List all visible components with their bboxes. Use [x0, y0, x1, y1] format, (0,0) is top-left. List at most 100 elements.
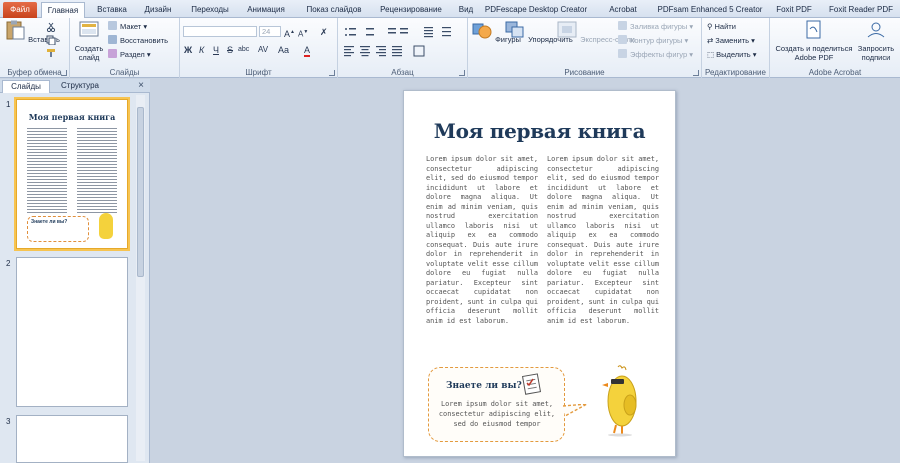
change-case-icon[interactable]: Aa	[278, 45, 289, 55]
layout-button[interactable]: Макет ▾	[108, 21, 147, 33]
tab-0[interactable]: Файл	[3, 2, 37, 18]
thumb-chick-image	[99, 213, 113, 239]
arrange-button[interactable]: Упорядочить	[504, 20, 573, 44]
new-slide-label-1: Создать	[74, 44, 104, 53]
tab-slides[interactable]: Слайды	[2, 80, 50, 93]
tab-outline[interactable]: Структура	[52, 80, 108, 93]
tab-9[interactable]: PDFescape Desktop Creator	[481, 2, 591, 18]
format-painter-icon[interactable]	[46, 48, 56, 58]
char-spacing-icon[interactable]: AV	[258, 45, 268, 55]
tab-8[interactable]: Вид	[456, 2, 476, 18]
tab-5[interactable]: Анимация	[244, 2, 288, 18]
shape-outline-button[interactable]: Контур фигуры ▾	[618, 35, 688, 47]
slide-number: 2	[6, 259, 11, 268]
tab-1[interactable]: Главная	[41, 2, 85, 19]
arrange-icon	[505, 21, 524, 38]
shapes-button[interactable]: Фигуры	[471, 20, 521, 44]
replace-button[interactable]: ⇄ Заменить ▾	[707, 35, 755, 47]
reset-button[interactable]: Восстановить	[108, 35, 168, 47]
strikethrough-button[interactable]: S	[227, 45, 233, 55]
chick-illustration	[602, 365, 637, 437]
slide-thumbnail-2[interactable]	[16, 257, 128, 407]
callout-title: Знаете ли вы?	[446, 381, 522, 391]
request-signature-button[interactable]: Запросить подписи	[856, 20, 896, 62]
slide-thumbnail-1[interactable]: Моя первая книга Знаете ли вы?	[14, 97, 130, 251]
new-slide-button[interactable]: Создать слайд	[74, 20, 104, 62]
select-button[interactable]: ⬚ Выделить ▾	[707, 49, 757, 61]
font-color-icon[interactable]: A	[304, 45, 311, 57]
acrobat-group-label: Adobe Acrobat	[808, 68, 862, 77]
section-button[interactable]: Раздел ▾	[108, 49, 151, 61]
font-size-field[interactable]: 24	[259, 26, 281, 37]
slide-canvas[interactable]: Моя первая книга Lorem ipsum dolor sit a…	[403, 90, 676, 457]
tab-10[interactable]: Acrobat	[605, 2, 641, 18]
tab-12[interactable]: Foxit PDF	[776, 2, 812, 18]
tab-3[interactable]: Дизайн	[141, 2, 175, 18]
text-column-right[interactable]: Lorem ipsum dolor sit amet, consectetur …	[547, 155, 659, 326]
shape-outline-label: Контур фигуры	[630, 36, 683, 45]
tab-13[interactable]: Foxit Reader PDF	[826, 2, 896, 18]
create-pdf-label-1: Создать и поделиться	[775, 44, 853, 53]
shape-fill-button[interactable]: Заливка фигуры ▾	[618, 21, 693, 33]
replace-label: Заменить	[715, 36, 749, 45]
clipboard-group-label: Буфер обмена	[7, 68, 62, 77]
paragraph-launcher-icon[interactable]	[459, 70, 465, 76]
slide-title[interactable]: Моя первая книга	[404, 119, 675, 143]
slides-panel: Слайды Структура × 1 Моя первая книга Зн…	[0, 79, 150, 463]
paste-button[interactable]: Вставить	[4, 20, 60, 44]
tab-2[interactable]: Вставка	[94, 2, 130, 18]
text-column-left[interactable]: Lorem ipsum dolor sit amet, consectetur …	[426, 155, 538, 326]
group-editing: ⚲ Найти ⇄ Заменить ▾ ⬚ Выделить ▾ Редактиро…	[702, 18, 770, 78]
checklist-icon	[521, 373, 542, 395]
grow-font-icon[interactable]: A▲	[284, 27, 295, 39]
shape-effects-button[interactable]: Эффекты фигур ▾	[618, 49, 693, 61]
outline-icon	[618, 35, 627, 44]
font-name-field[interactable]	[183, 26, 257, 37]
group-clipboard: Вставить Буфер обмена	[0, 18, 70, 78]
slide-thumbnail-3[interactable]	[16, 415, 128, 463]
effects-icon	[618, 49, 627, 58]
section-icon	[108, 49, 117, 58]
underline-button[interactable]: Ч	[213, 45, 219, 55]
create-pdf-label-2: Adobe PDF	[794, 53, 834, 62]
thumb-text-column-1	[27, 126, 67, 214]
clipboard-launcher-icon[interactable]	[61, 70, 67, 76]
cut-icon[interactable]	[46, 22, 56, 32]
ribbon-tab-strip: Файл Главная Вставка Дизайн Переходы Анимация…	[0, 0, 900, 19]
binoculars-icon: ⚲	[707, 22, 713, 31]
new-slide-label-2: слайд	[78, 53, 100, 62]
close-panel-icon[interactable]: ×	[138, 80, 144, 92]
bold-button[interactable]: Ж	[184, 45, 192, 55]
tab-6[interactable]: Показ слайдов	[303, 2, 365, 18]
group-drawing: Фигуры Упорядочить Экспресс-стили Заливк…	[468, 18, 702, 78]
signature-icon	[867, 22, 885, 38]
editing-group-label: Редактирование	[705, 68, 766, 77]
italic-button[interactable]: К	[199, 45, 204, 55]
select-label: Выделить	[716, 50, 751, 59]
drawing-launcher-icon[interactable]	[693, 70, 699, 76]
thumb-text-column-2	[77, 126, 117, 214]
clipboard-icon	[6, 20, 25, 40]
quick-styles-icon	[557, 21, 577, 38]
font-launcher-icon[interactable]	[329, 70, 335, 76]
tab-7[interactable]: Рецензирование	[374, 2, 448, 18]
layout-icon	[108, 21, 117, 30]
tab-4[interactable]: Переходы	[188, 2, 232, 18]
create-pdf-button[interactable]: Создать и поделиться Adobe PDF	[772, 20, 856, 62]
tab-11[interactable]: PDFsam Enhanced 5 Creator	[650, 2, 770, 18]
scrollbar-thumb[interactable]	[137, 107, 144, 277]
clear-format-icon[interactable]: ✗	[320, 27, 328, 37]
shadow-button[interactable]: abc	[238, 45, 249, 55]
list-buttons-icon[interactable]	[344, 26, 466, 38]
drawing-group-label: Рисование	[564, 68, 605, 77]
panel-scrollbar[interactable]	[136, 95, 145, 461]
find-label: Найти	[714, 22, 736, 31]
request-signature-label-1: Запросить	[857, 44, 895, 53]
new-slide-icon	[79, 21, 99, 37]
quick-styles-button[interactable]: Экспресс-стили	[556, 20, 635, 44]
find-button[interactable]: ⚲ Найти	[707, 21, 736, 33]
copy-icon[interactable]	[46, 35, 56, 45]
align-buttons-icon[interactable]	[344, 45, 466, 57]
shrink-font-icon[interactable]: A▼	[298, 27, 308, 40]
layout-label: Макет	[120, 22, 142, 31]
